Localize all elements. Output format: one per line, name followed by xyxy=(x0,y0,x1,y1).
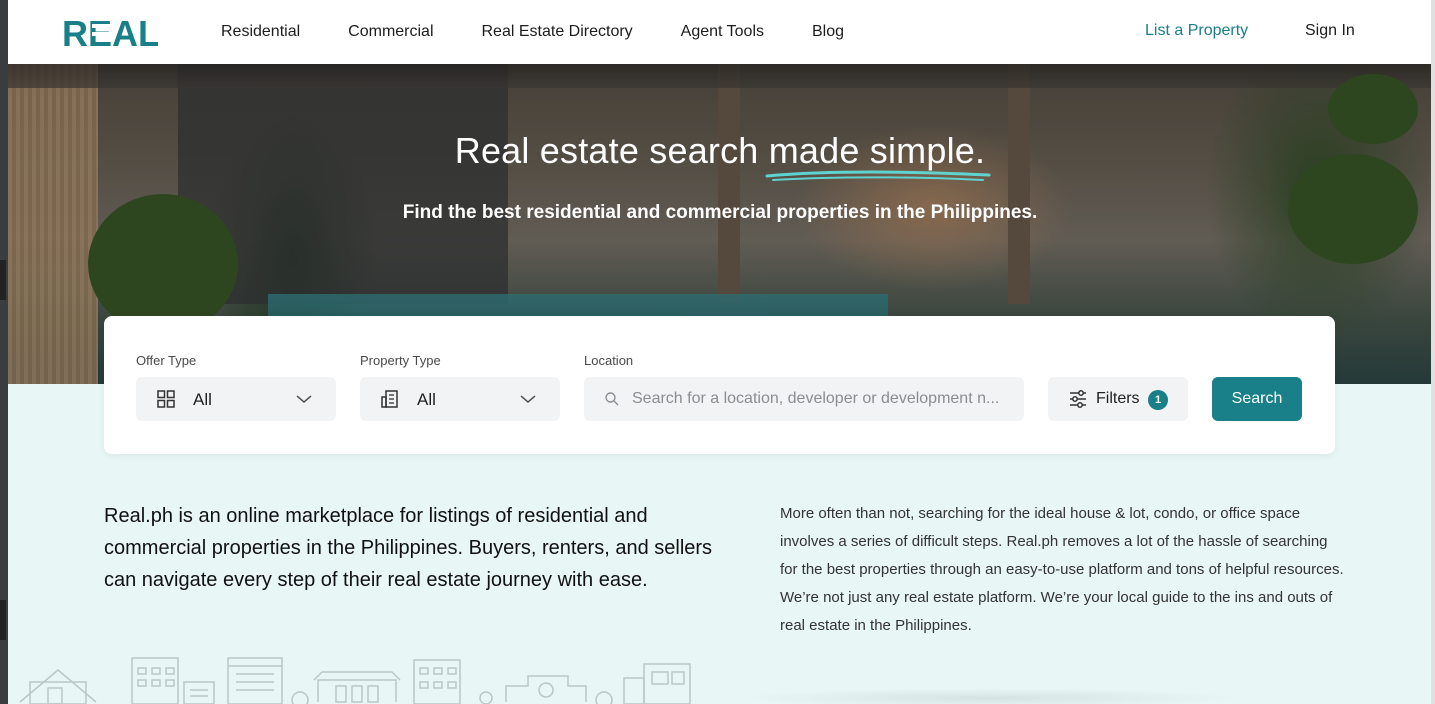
offer-type-value: All xyxy=(193,390,212,409)
real-logo[interactable]: REAL xyxy=(62,14,158,50)
filters-label: Filters xyxy=(1096,390,1140,407)
city-skyline-illustration xyxy=(19,657,691,704)
sliders-icon xyxy=(1070,390,1086,408)
building-icon xyxy=(381,390,398,408)
edge-marker xyxy=(0,260,6,300)
property-type-label: Property Type xyxy=(360,353,441,368)
site-header: REAL Residential Commercial Real Estate … xyxy=(8,0,1432,64)
nav-residential[interactable]: Residential xyxy=(221,23,300,41)
property-type-select[interactable]: All xyxy=(360,377,560,421)
hero-title-underlined: made simple. xyxy=(765,130,991,181)
grid-icon xyxy=(157,390,175,408)
nav-real-estate-directory[interactable]: Real Estate Directory xyxy=(482,23,633,41)
window-right-edge xyxy=(1431,0,1435,704)
property-type-value: All xyxy=(417,390,436,409)
edge-marker xyxy=(0,600,6,640)
hero-subtitle: Find the best residential and commercial… xyxy=(402,202,1038,223)
nav-commercial[interactable]: Commercial xyxy=(348,23,433,41)
chevron-down-icon xyxy=(296,395,312,403)
intro-lead-text: Real.ph is an online marketplace for lis… xyxy=(104,505,713,591)
offer-type-label: Offer Type xyxy=(136,353,197,368)
brush-underline-icon xyxy=(765,170,991,181)
sign-in-link[interactable]: Sign In xyxy=(1305,22,1355,40)
window-left-edge xyxy=(0,0,8,704)
location-search-input[interactable] xyxy=(632,377,1012,421)
filters-count-badge: 1 xyxy=(1148,390,1168,410)
location-field xyxy=(584,377,1024,421)
hero-title: Real estate search made simple. xyxy=(8,130,1432,181)
search-panel: Offer Type All Property Type All Locatio… xyxy=(104,316,1335,454)
main-nav: Residential Commercial Real Estate Direc… xyxy=(221,0,844,64)
chevron-down-icon xyxy=(520,395,536,403)
hero-title-plain: Real estate search xyxy=(454,130,769,171)
offer-type-select[interactable]: All xyxy=(136,377,336,421)
card-shadow-hint xyxy=(740,688,1240,704)
nav-agent-tools[interactable]: Agent Tools xyxy=(681,23,764,41)
search-button[interactable]: Search xyxy=(1212,377,1302,421)
location-label: Location xyxy=(584,353,634,368)
nav-blog[interactable]: Blog xyxy=(812,23,844,41)
list-property-link[interactable]: List a Property xyxy=(1145,22,1248,40)
filters-button[interactable]: Filters 1 xyxy=(1048,377,1188,421)
intro-body-text: More often than not, searching for the i… xyxy=(780,505,1344,634)
hero-title-underlined-text: made simple. xyxy=(768,130,986,171)
search-icon xyxy=(605,392,619,406)
